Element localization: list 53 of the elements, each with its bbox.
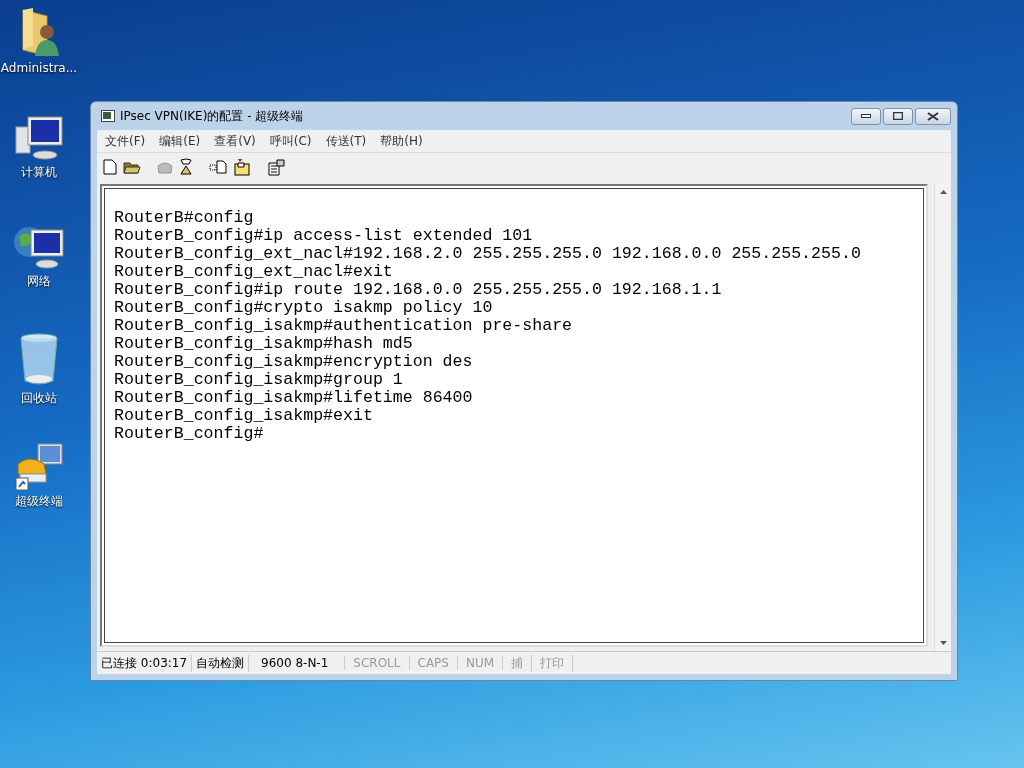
- terminal-line: RouterB_config#: [114, 425, 265, 443]
- status-field: 自动检测: [192, 654, 250, 672]
- scroll-up-arrow-icon[interactable]: [939, 190, 947, 194]
- new-file-icon[interactable]: [103, 159, 117, 175]
- menu-item[interactable]: 编辑(E): [159, 132, 201, 150]
- globe-computer-icon[interactable]: [13, 224, 65, 270]
- maximize-button[interactable]: [883, 107, 913, 125]
- computer-icon[interactable]: [14, 115, 64, 161]
- status-field: 已连接 0:03:17: [97, 654, 193, 672]
- close-icon: [927, 111, 939, 121]
- terminal-line: RouterB_config_isakmp#hash md5: [114, 335, 414, 353]
- terminal-line: RouterB_config#ip access-list extended 101: [114, 227, 534, 245]
- terminal-line: RouterB_config_ext_nacl#192.168.2.0 255.255.255.0 192.168.0.0 255.255.255.0: [114, 245, 862, 263]
- window-title: IPsec VPN(IKE)的配置 - 超级终端: [120, 107, 304, 125]
- status-field: CAPS: [409, 656, 458, 670]
- phone-hangup-icon[interactable]: [179, 158, 193, 176]
- terminal-line: RouterB_config_isakmp#authentication pre-share: [114, 317, 574, 335]
- terminal-line: RouterB_config_isakmp#group 1: [114, 371, 404, 389]
- terminal-line: RouterB_config_ext_nacl#exit: [114, 263, 394, 281]
- open-folder-icon[interactable]: [123, 159, 141, 175]
- status-field: SCROLL: [345, 656, 410, 670]
- desktop-icon-label[interactable]: 超级终端: [15, 493, 63, 510]
- status-field: 捕: [503, 654, 533, 672]
- menu-item[interactable]: 文件(F): [105, 132, 146, 150]
- app-icon: [101, 110, 115, 122]
- terminal-screen[interactable]: [100, 184, 928, 647]
- close-button[interactable]: [915, 107, 951, 125]
- recycle-bin-icon[interactable]: [19, 333, 59, 387]
- send-file-icon[interactable]: [209, 160, 227, 174]
- minimize-icon: [861, 114, 871, 118]
- maximize-icon: [893, 112, 903, 120]
- terminal-line: RouterB_config_isakmp#encryption des: [114, 353, 474, 371]
- desktop-icon-label[interactable]: 计算机: [21, 164, 57, 181]
- receive-file-icon[interactable]: [233, 158, 251, 176]
- terminal-line: RouterB_config_isakmp#exit: [114, 407, 374, 425]
- menu-item[interactable]: 查看(V): [214, 132, 256, 150]
- terminal-line: RouterB_config#ip route 192.168.0.0 255.255.255.0 192.168.1.1: [114, 281, 723, 299]
- properties-icon[interactable]: [267, 158, 285, 176]
- terminal-line: RouterB_config#crypto isakmp policy 10: [114, 299, 494, 317]
- terminal-line: RouterB_config_isakmp#lifetime 86400: [114, 389, 474, 407]
- status-field: NUM: [457, 656, 504, 670]
- terminal-line: RouterB#config: [114, 209, 255, 227]
- menu-item[interactable]: 呼叫(C): [269, 132, 312, 150]
- phone-computer-icon[interactable]: [14, 442, 64, 490]
- status-field: 9600 8-N-1: [249, 656, 346, 670]
- scroll-down-arrow-icon[interactable]: [939, 641, 947, 645]
- minimize-button[interactable]: [851, 107, 881, 125]
- status-field: 打印: [532, 654, 574, 672]
- desktop-icon-label[interactable]: 网络: [27, 273, 51, 290]
- menu-item[interactable]: 传送(T): [325, 132, 367, 150]
- desktop-icon-label[interactable]: 回收站: [21, 390, 57, 407]
- desktop-icon-label[interactable]: Administra...: [0, 61, 78, 75]
- menu-item[interactable]: 帮助(H): [380, 132, 423, 150]
